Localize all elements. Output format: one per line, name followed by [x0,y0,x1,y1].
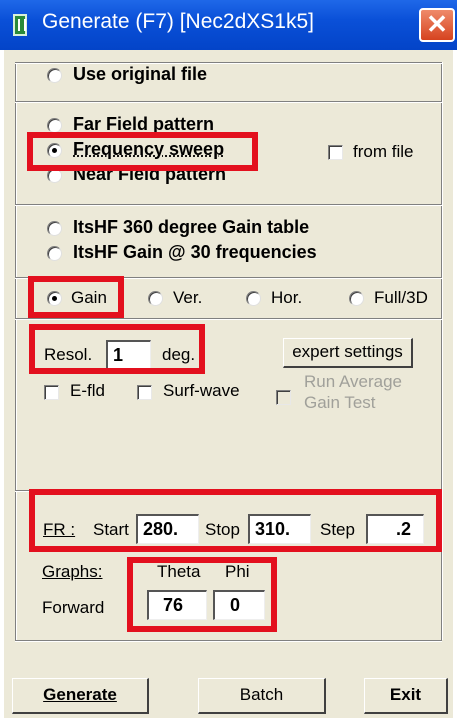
surf-wave-checkbox[interactable] [137,385,152,400]
from-file-label: from file [353,142,414,161]
frame-bottom [15,640,442,642]
from-file-checkbox[interactable] [328,145,343,160]
gain-highlight [28,276,124,318]
efield-checkbox[interactable] [44,385,59,400]
frame-left [15,62,17,640]
ver-radio[interactable] [148,291,163,306]
generate-button[interactable]: Generate [12,678,149,714]
run-average-checkbox[interactable] [276,390,291,405]
window-title: Generate (F7) [Nec2dXS1k5] [42,10,314,33]
divider [15,101,442,103]
full3d-label: Full/3D [374,288,428,307]
itshf-gain-freqs-label: ItsHF Gain @ 30 frequencies [73,242,317,262]
use-original-radio[interactable] [47,68,62,83]
efield-label: E-fld [70,381,105,400]
surf-wave-label: Surf-wave [163,381,240,400]
close-icon: ✕ [426,9,448,39]
run-average-label: Run Average [304,372,402,391]
forward-label: Forward [42,598,105,617]
graphs-highlight [127,557,277,632]
frequency-sweep-highlight [27,132,258,171]
itshf-gain-freqs-radio[interactable] [47,246,62,261]
divider [15,204,442,206]
app-icon [13,14,27,36]
full3d-radio[interactable] [349,291,364,306]
itshf-gain-table-label: ItsHF 360 degree Gain table [73,217,310,237]
hor-label: Hor. [271,288,303,307]
generate-label: Generate [43,685,117,704]
fr-highlight [29,489,442,552]
close-button[interactable]: ✕ [419,8,455,42]
divider [15,318,442,320]
far-field-radio[interactable] [47,118,62,133]
exit-button[interactable]: Exit [364,678,448,714]
resolution-highlight [29,324,205,374]
title-bar[interactable]: Generate (F7) [Nec2dXS1k5] ✕ [0,0,457,50]
frame-right [441,62,443,640]
gain-test-label: Gain Test [304,393,376,412]
hor-radio[interactable] [246,291,261,306]
graphs-label: Graphs: [42,562,103,581]
use-original-label: Use original file [73,64,208,84]
batch-button[interactable]: Batch [198,678,326,714]
expert-settings-button[interactable]: expert settings [283,338,413,368]
itshf-gain-table-radio[interactable] [47,221,62,236]
ver-label: Ver. [173,288,203,307]
